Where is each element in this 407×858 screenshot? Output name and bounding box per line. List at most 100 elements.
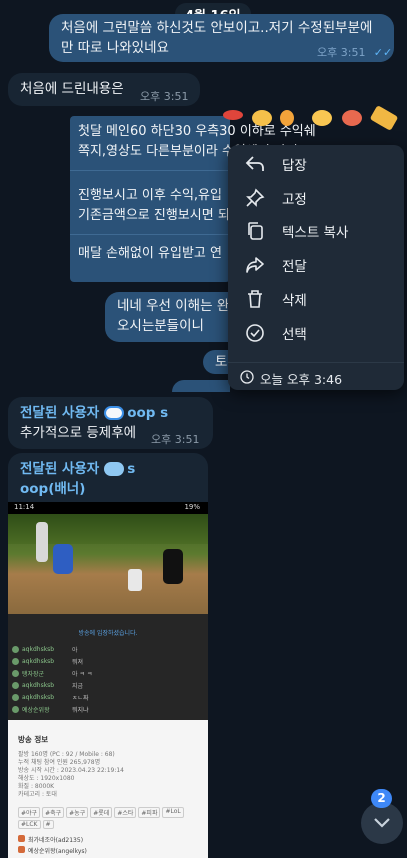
broadcast-info-line: 화질 : 8000K	[18, 783, 55, 790]
menu-footer: 오늘 오후 3:46	[240, 369, 342, 388]
forwarded-label: 전달된 사용자	[20, 461, 100, 477]
message-time: 오후 3:51	[151, 433, 200, 446]
chat-avatar-icon	[12, 705, 19, 713]
chevron-down-icon	[373, 814, 391, 833]
video-frame	[8, 514, 208, 614]
forwarded-label: 전달된 사용자	[20, 405, 100, 421]
broadcast-info-title: 방송 정보	[18, 735, 49, 744]
status-time: 11:14	[14, 503, 35, 511]
menu-footer-time: 오늘 오후 3:46	[260, 372, 343, 387]
message-bubble[interactable]: 첫달 메인60 하단30 우측30 이하로 수익쉐 쪽지,영상도 다른부분이라 …	[70, 116, 316, 282]
message-bubble[interactable]: 처음에 드린내용은 오후 3:51	[8, 73, 200, 106]
stream-chat-row: aqkdhsksb 지금	[12, 679, 204, 691]
reply-icon	[228, 155, 282, 173]
broadcast-tag: #축구	[42, 807, 65, 818]
message-text: 추가적으로 등제후에	[20, 425, 137, 441]
broadcast-tag: #LCK	[18, 820, 41, 829]
menu-item-label: 전달	[282, 259, 307, 275]
chat-message: 아	[72, 646, 78, 654]
message-bubble[interactable]: 처음에 그런말씀 하신것도 안보이고..저기 수정된부분에만 따로 나와있네요 …	[49, 14, 394, 62]
chat-user: aqkdhsksb	[22, 645, 55, 653]
message-text: 처음에 드린내용은	[20, 81, 124, 97]
message-line: 매달 손해없이 유입받고 연	[78, 246, 222, 261]
chat-user: 예상순위왕	[22, 706, 50, 714]
menu-item-label: 고정	[282, 192, 307, 208]
message-line: 진행보시고 이후 수익,유입	[78, 188, 222, 203]
viewer-avatar-icon	[18, 846, 25, 853]
broadcast-tag: #농구	[66, 807, 89, 818]
message-time: 오후 3:51	[140, 90, 189, 103]
phone-status-bar: 11:14 19%	[8, 502, 208, 514]
thumbs-up-reaction-icon[interactable]	[252, 110, 272, 126]
scroll-down-button[interactable]	[361, 802, 403, 844]
oop-logo-icon	[104, 462, 125, 476]
stream-chat-row: aqkdhsksb 뭐져	[12, 655, 204, 667]
fire-reaction-icon[interactable]	[280, 110, 294, 126]
message-line: 오시는분들이니	[117, 318, 204, 334]
chat-message: 아 ㅋ ㅋ	[72, 670, 93, 678]
forwarded-user-name[interactable]: oop s	[127, 403, 168, 423]
message-time: 오후 3:51	[317, 46, 366, 59]
broadcast-tag: #롯데	[90, 807, 113, 818]
broadcast-info-line: 해상도 : 1920x1080	[18, 775, 75, 782]
message-line: 기존금액으로 진행보시면 되	[78, 208, 230, 223]
broadcast-info-line: 누적 채팅 참여 인원 265,978명	[18, 759, 101, 766]
chat-avatar-icon	[12, 669, 19, 677]
copy-icon	[228, 221, 282, 241]
broadcast-info-line: 방송 시작 시간 : 2023.04.23 22:19:14	[18, 767, 124, 774]
menu-item-copy-text[interactable]: 텍스트 복사	[228, 214, 404, 248]
pin-icon	[228, 188, 282, 208]
battery-level: 19%	[184, 503, 200, 511]
viewer-row: 최가네조아(ad2135)	[18, 835, 198, 846]
broadcast-tag: #	[42, 820, 54, 829]
menu-item-reply[interactable]: 답장	[228, 147, 404, 181]
check-circle-icon	[228, 323, 282, 343]
message-bubble[interactable]: 토	[203, 350, 230, 374]
party-reaction-icon[interactable]	[312, 110, 332, 126]
forwarded-message[interactable]: 전달된 사용자 oop s 추가적으로 등제후에 오후 3:51	[8, 397, 213, 449]
broadcast-info-line: 카테고리 : 토대	[18, 791, 57, 798]
chat-message: 뭐져	[72, 658, 84, 666]
forwarded-user-name-line2: oop(배너)	[20, 481, 86, 497]
attached-image[interactable]: 11:14 19% 방송에 입장하셨습니다. aqkdhsksb 아 aqkdhsk…	[8, 502, 208, 858]
chat-message: 지금	[72, 682, 84, 690]
menu-item-delete[interactable]: 삭제	[228, 282, 404, 316]
pencil-reaction-icon[interactable]	[369, 105, 399, 131]
chat-avatar-icon	[12, 657, 19, 665]
broadcast-tag: #스타	[114, 807, 137, 818]
viewer-avatar-icon	[18, 835, 25, 842]
clock-icon	[240, 369, 254, 388]
viewer-name: 예상순위왕(angelkys)	[28, 848, 87, 855]
stream-chat: 방송에 입장하셨습니다. aqkdhsksb 아 aqkdhsksb 뭐져탱자장군 아 …	[8, 614, 208, 720]
chat-notice: 방송에 입장하셨습니다.	[78, 630, 138, 637]
chat-user: aqkdhsksb	[22, 657, 55, 665]
broadcast-tag: #피파	[138, 807, 161, 818]
menu-item-select[interactable]: 선택	[228, 316, 404, 350]
menu-item-label: 텍스트 복사	[282, 225, 349, 241]
forward-icon	[228, 256, 282, 274]
reaction-bar[interactable]	[220, 105, 407, 131]
unread-count-badge: 2	[371, 789, 392, 808]
broadcast-info-card: 방송 정보 팔방 160명 (PC : 92 / Mobile : 68) 누적 …	[8, 720, 208, 858]
message-line: 네네 우선 이해는 완	[117, 298, 230, 314]
forwarded-user-name[interactable]: s	[127, 459, 135, 479]
face-reaction-icon[interactable]	[342, 110, 362, 126]
viewer-name: 최가네조아(ad2135)	[28, 837, 84, 844]
chat-avatar-icon	[12, 681, 19, 689]
broadcast-tag: #LoL	[162, 807, 184, 818]
heart-reaction-icon[interactable]	[223, 110, 243, 120]
chat-user: 탱자장군	[22, 670, 45, 678]
viewer-row: 예상순위왕(angelkys)	[18, 846, 198, 857]
menu-item-pin[interactable]: 고정	[228, 181, 404, 215]
oop-logo-icon	[104, 406, 125, 420]
chat-message: ㅈㄴ짜	[72, 694, 89, 702]
menu-item-label: 선택	[282, 327, 307, 343]
chat-avatar-icon	[12, 645, 19, 653]
chat-avatar-icon	[12, 693, 19, 701]
menu-item-forward[interactable]: 전달	[228, 248, 404, 282]
broadcast-info-line: 팔방 160명 (PC : 92 / Mobile : 68)	[18, 751, 115, 758]
stream-chat-row: aqkdhsksb ㅈㄴ짜	[12, 691, 204, 703]
read-checkmarks-icon: ✓✓	[373, 46, 393, 59]
message-bubble[interactable]: 네네 우선 이해는 완 오시는분들이니	[105, 292, 230, 342]
stream-chat-row: 예상순위왕 뭐지냐	[12, 703, 204, 715]
